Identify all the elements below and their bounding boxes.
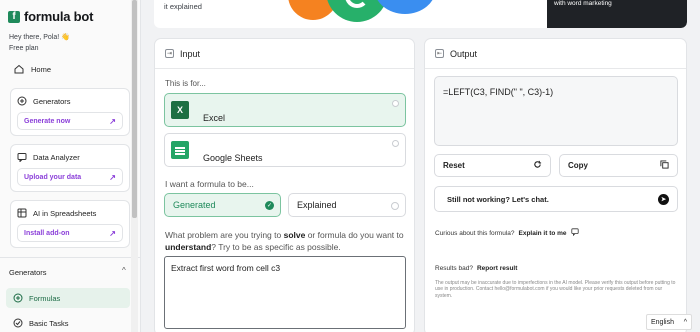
sidebar-item-home[interactable]: Home <box>14 64 51 74</box>
option-google-sheets[interactable]: Google Sheets <box>164 133 406 167</box>
promo-banner[interactable]: it explained with word marketing <box>154 0 687 28</box>
disclaimer-text: The output may be inaccurate due to impe… <box>435 280 676 299</box>
option-label: Google Sheets <box>203 153 263 163</box>
plan-label: Free plan <box>9 45 39 52</box>
sidebar-item-label: Home <box>31 64 52 74</box>
chat-icon <box>17 152 27 162</box>
button-label: Upload your data <box>24 173 82 181</box>
spreadsheet-icon <box>17 208 27 218</box>
reset-button[interactable]: Reset <box>434 154 551 177</box>
input-panel: ⇥ Input This is for... X Excel Google Sh… <box>154 38 415 332</box>
google-sheets-icon <box>171 141 189 159</box>
explain-link[interactable]: Explain it to me <box>519 230 567 237</box>
chevron-up-icon[interactable]: ^ <box>122 266 126 275</box>
language-label: English <box>651 318 674 326</box>
problem-prompt: What problem are you trying to solve or … <box>165 230 410 253</box>
button-label: Generate now <box>24 117 71 125</box>
logo-icon: f <box>8 10 20 23</box>
arrow-up-right-icon: ↗ <box>109 228 116 238</box>
greeting: Hey there, Pola! 👋 <box>9 34 70 41</box>
sidebar-item-formulas[interactable]: Formulas <box>6 288 130 308</box>
language-select[interactable]: English ^ <box>646 314 692 330</box>
chevron-up-icon: ^ <box>683 318 687 326</box>
output-panel-header: ⇤ Output <box>425 39 686 69</box>
button-label: Reset <box>443 161 465 170</box>
copy-button[interactable]: Copy <box>559 154 678 177</box>
prompt-text: or formula do you want to <box>305 230 404 240</box>
output-panel: ⇤ Output =LEFT(C3, FIND(" ", C3)-1) Rese… <box>424 38 687 332</box>
report-result-link[interactable]: Report result <box>477 265 517 272</box>
mode-label: Explained <box>297 200 337 210</box>
section-title-generators: Generators <box>9 268 47 277</box>
results-text: Results bad? <box>435 265 473 272</box>
curious-row: Curious about this formula? Explain it t… <box>435 228 579 238</box>
curious-text: Curious about this formula? <box>435 229 515 237</box>
output-panel-title: Output <box>450 48 478 59</box>
copy-icon <box>660 160 669 171</box>
option-label: Excel <box>203 113 226 123</box>
card-title: AI in Spreadsheets <box>33 208 97 218</box>
generators-card: Generators Generate now ↗ <box>10 88 130 136</box>
input-icon: ⇥ <box>165 49 174 58</box>
upload-data-button[interactable]: Upload your data ↗ <box>17 168 123 186</box>
banner-dark-text: with word marketing <box>554 0 612 7</box>
card-title: Data Analyzer <box>33 152 80 162</box>
chat-support-button[interactable]: Still not working? Let's chat. ➤ <box>434 186 678 212</box>
radio-indicator <box>392 140 399 147</box>
arrow-up-right-icon: ↗ <box>109 116 116 126</box>
prompt-emphasis: understand <box>165 241 212 252</box>
prompt-emphasis: solve <box>283 230 306 240</box>
mode-generated[interactable]: Generated ✓ <box>164 193 281 217</box>
results-row: Results bad? Report result <box>435 265 517 272</box>
ai-spreadsheets-card: AI in Spreadsheets Install add-on ↗ <box>10 200 130 248</box>
chat-bubble-icon <box>570 228 579 238</box>
input-panel-title: Input <box>180 48 201 59</box>
install-addon-button[interactable]: Install add-on ↗ <box>17 224 123 242</box>
prompt-text: What problem are you trying to <box>165 230 284 240</box>
data-analyzer-card: Data Analyzer Upload your data ↗ <box>10 144 130 192</box>
card-title: Generators <box>33 96 71 106</box>
telegram-icon: ➤ <box>658 193 669 205</box>
brand-logo[interactable]: f formula bot <box>8 9 93 24</box>
brand-name: formula bot <box>24 9 94 24</box>
sidebar-item-basic-tasks[interactable]: Basic Tasks <box>13 318 68 328</box>
plus-circle-icon <box>13 293 23 303</box>
want-label: I want a formula to be... <box>165 179 254 189</box>
excel-icon: X <box>171 101 189 119</box>
mode-label: Generated <box>173 200 216 210</box>
problem-textarea[interactable]: Extract first word from cell c3 <box>164 256 406 329</box>
task-icon <box>13 318 23 328</box>
option-excel[interactable]: X Excel <box>164 93 406 127</box>
input-panel-header: ⇥ Input <box>155 39 414 69</box>
radio-indicator <box>392 100 399 107</box>
check-icon: ✓ <box>265 201 274 210</box>
button-label: Copy <box>568 161 588 170</box>
arrow-up-right-icon: ↗ <box>109 172 116 182</box>
home-icon <box>14 64 24 74</box>
for-label: This is for... <box>165 79 206 88</box>
refresh-icon <box>533 160 542 171</box>
sidebar-item-label: Formulas <box>29 293 61 303</box>
prompt-text: ? Try to be as specific as possible. <box>211 241 341 252</box>
sidebar-item-label: Basic Tasks <box>29 318 69 328</box>
sidebar-scroll-thumb[interactable] <box>132 0 137 218</box>
banner-text: it explained <box>164 2 202 11</box>
button-label: Still not working? Let's chat. <box>447 194 549 204</box>
button-label: Install add-on <box>24 229 70 237</box>
generate-now-button[interactable]: Generate now ↗ <box>17 112 123 130</box>
formula-output[interactable]: =LEFT(C3, FIND(" ", C3)-1) <box>434 76 678 146</box>
plus-circle-icon <box>17 96 27 106</box>
sidebar-divider <box>0 257 140 258</box>
output-icon: ⇤ <box>435 49 444 58</box>
radio-indicator <box>391 202 399 210</box>
banner-graphic-blue <box>374 0 436 14</box>
banner-dark-card: with word marketing <box>547 0 687 28</box>
mode-explained[interactable]: Explained <box>288 193 406 217</box>
sidebar: f formula bot Hey there, Pola! 👋 Free pl… <box>0 0 141 332</box>
